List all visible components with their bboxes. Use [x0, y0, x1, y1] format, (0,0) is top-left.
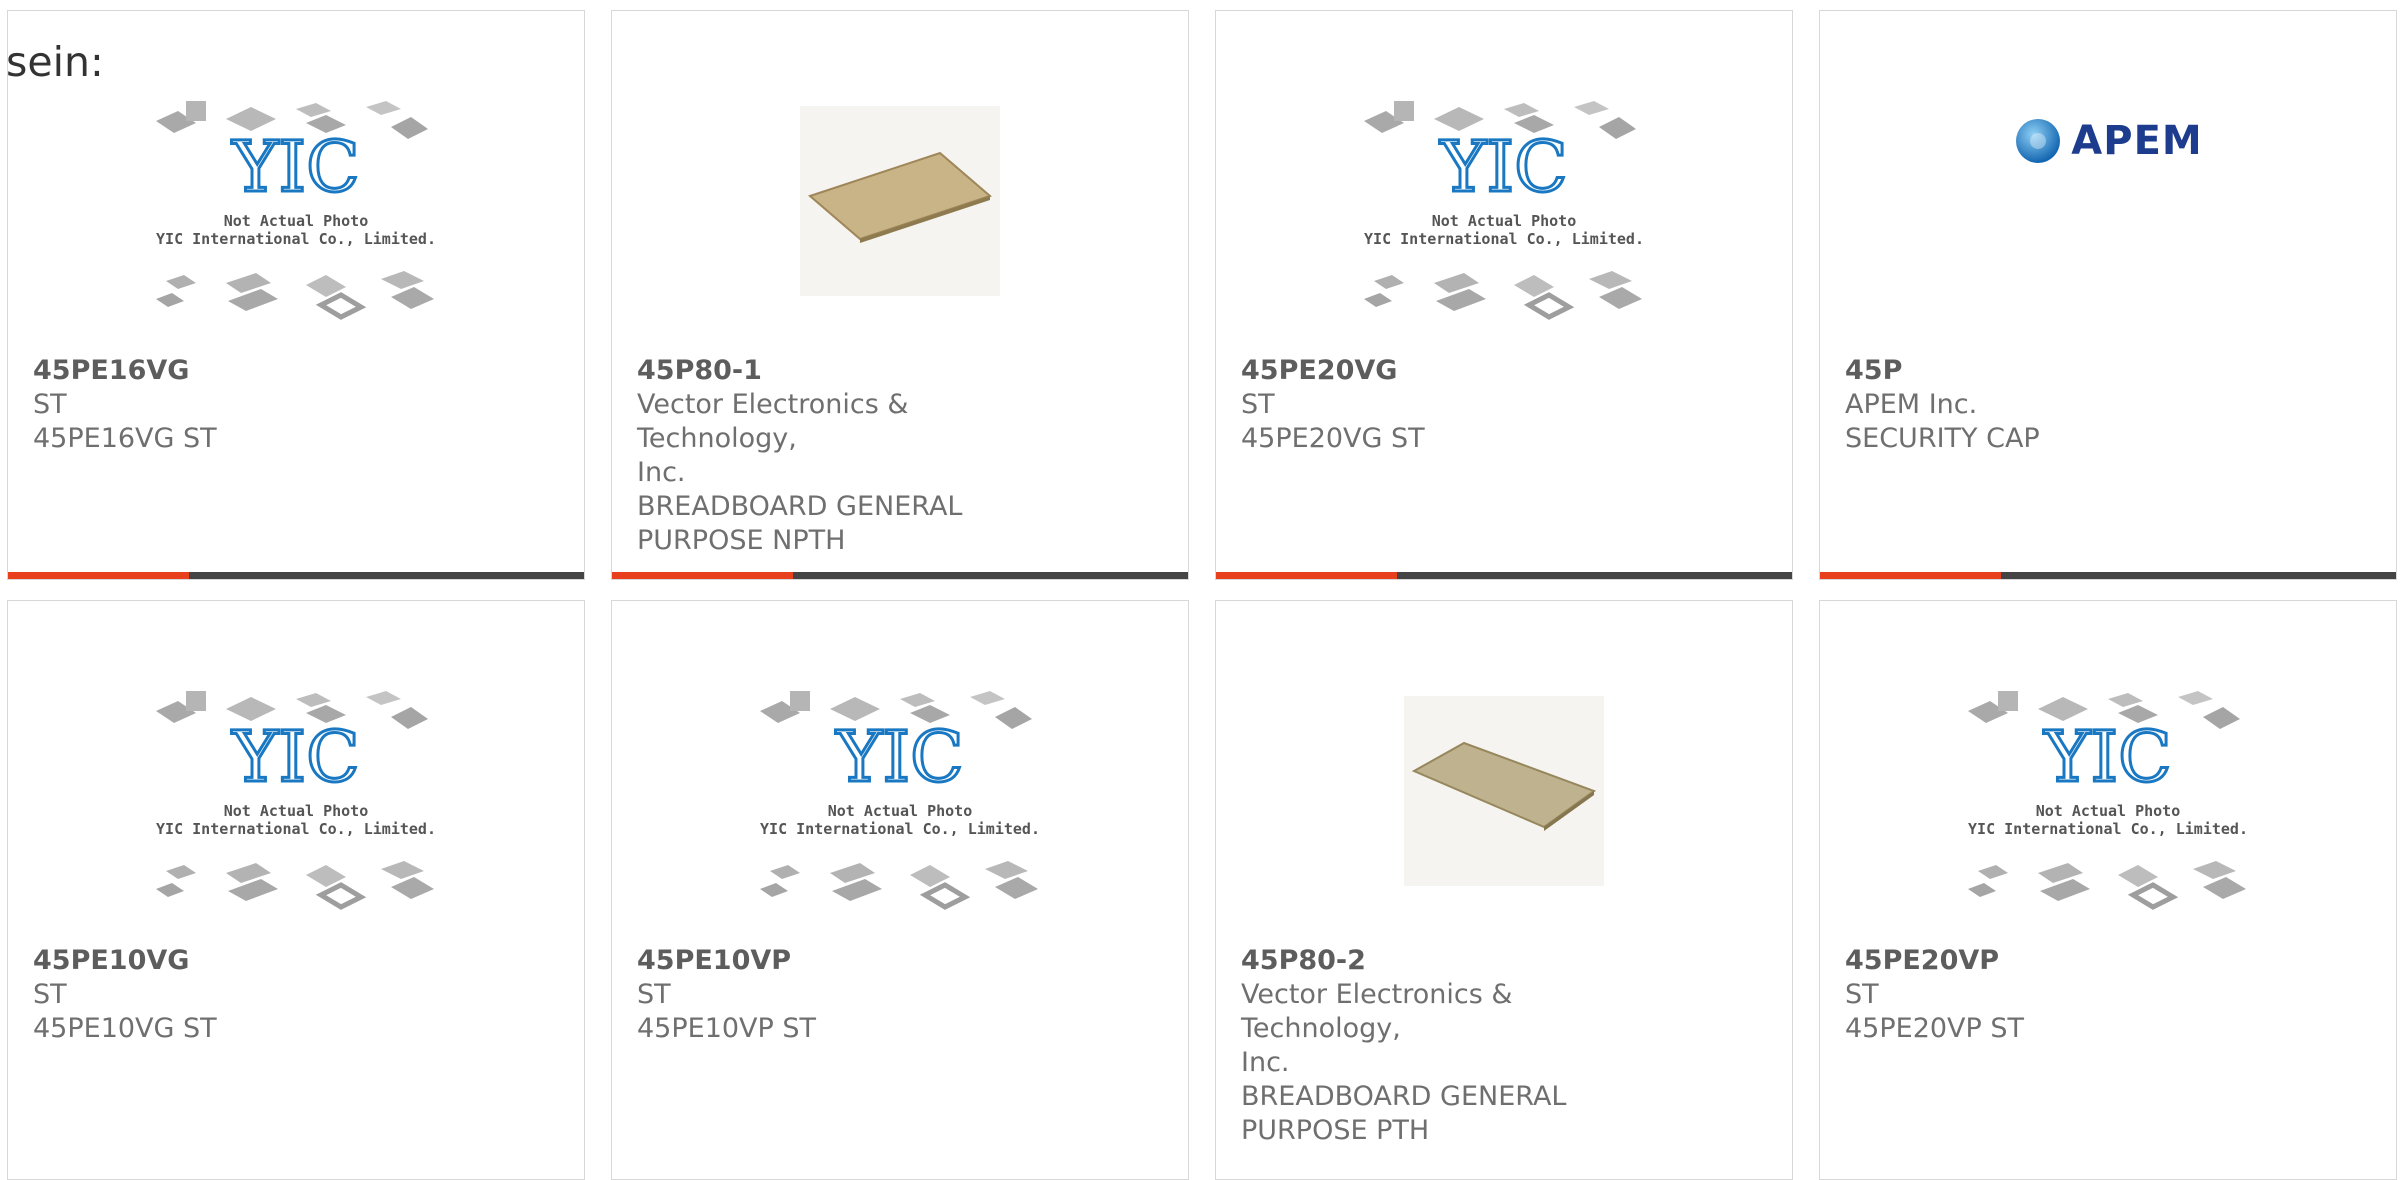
product-image: APEM: [1820, 51, 2396, 351]
caption-line1: Not Actual Photo: [224, 212, 369, 230]
part-number[interactable]: 45PE10VG: [33, 944, 453, 978]
description: 45PE20VG ST: [1241, 423, 1425, 454]
yic-logo-icon: YIC: [231, 716, 359, 798]
caption-line2: YIC International Co., Limited.: [156, 820, 436, 838]
product-info: 45PE10VP ST 45PE10VP ST: [637, 944, 1057, 1046]
description: BREADBOARD GENERAL: [637, 491, 963, 522]
product-card[interactable]: YIC Not Actual Photo YIC International C…: [1215, 10, 1793, 580]
yic-placeholder-image: YIC Not Actual Photo YIC International C…: [151, 691, 441, 931]
product-card[interactable]: YIC Not Actual Photo YIC International C…: [1819, 600, 2397, 1180]
manufacturer: ST: [33, 389, 67, 420]
manufacturer: ST: [1241, 389, 1275, 420]
caption-line2: YIC International Co., Limited.: [760, 820, 1040, 838]
apem-globe-icon: [2016, 119, 2061, 163]
yic-placeholder-image: YIC Not Actual Photo YIC International C…: [1359, 101, 1649, 341]
product-image: YIC Not Actual Photo YIC International C…: [1216, 51, 1792, 351]
product-info: 45P80-2 Vector Electronics & Technology,…: [1241, 944, 1661, 1148]
caption-line2: YIC International Co., Limited.: [1364, 230, 1644, 248]
description: BREADBOARD GENERAL: [1241, 1081, 1567, 1112]
yic-placeholder-image: YIC Not Actual Photo YIC International C…: [755, 691, 1045, 931]
product-image: YIC Not Actual Photo YIC International C…: [1820, 641, 2396, 941]
apem-logo: APEM: [2013, 116, 2202, 166]
product-card[interactable]: YIC Not Actual Photo YIC International C…: [7, 10, 585, 580]
yic-logo-icon: YIC: [1439, 126, 1567, 208]
description-cont: PURPOSE PTH: [1241, 1115, 1430, 1146]
caption-line1: Not Actual Photo: [2036, 802, 2181, 820]
part-number[interactable]: 45P80-2: [1241, 944, 1661, 978]
product-info: 45PE20VG ST 45PE20VG ST: [1241, 354, 1661, 456]
product-card[interactable]: YIC Not Actual Photo YIC International C…: [7, 600, 585, 1180]
yic-logo-icon: YIC: [2043, 716, 2171, 798]
card-bar-accent: [612, 572, 794, 579]
caption-line1: Not Actual Photo: [224, 802, 369, 820]
description: 45PE10VP ST: [637, 1013, 817, 1044]
manufacturer: Vector Electronics & Technology,: [637, 389, 909, 454]
caption-line1: Not Actual Photo: [828, 802, 973, 820]
manufacturer: APEM Inc.: [1845, 389, 1978, 420]
card-bar: [1216, 572, 1792, 579]
caption-line1: Not Actual Photo: [1432, 212, 1577, 230]
part-number[interactable]: 45PE10VP: [637, 944, 1057, 978]
manufacturer: Vector Electronics & Technology,: [1241, 979, 1513, 1044]
caption-line2: YIC International Co., Limited.: [156, 230, 436, 248]
manufacturer: ST: [33, 979, 67, 1010]
yic-placeholder-image: YIC Not Actual Photo YIC International C…: [151, 101, 441, 341]
product-image: [612, 51, 1188, 351]
card-bar: [8, 572, 584, 579]
card-bar: [612, 572, 1188, 579]
product-image: YIC Not Actual Photo YIC International C…: [612, 641, 1188, 941]
product-image: YIC Not Actual Photo YIC International C…: [8, 641, 584, 941]
product-info: 45PE20VP ST 45PE20VP ST: [1845, 944, 2265, 1046]
part-number[interactable]: 45PE16VG: [33, 354, 453, 388]
manufacturer: ST: [1845, 979, 1879, 1010]
product-grid: YIC Not Actual Photo YIC International C…: [0, 0, 2400, 1180]
manufacturer-cont: Inc.: [1241, 1047, 1290, 1078]
yic-logo-icon: YIC: [835, 716, 963, 798]
card-bar-accent: [8, 572, 190, 579]
manufacturer-cont: Inc.: [637, 457, 686, 488]
product-card[interactable]: 45P80-2 Vector Electronics & Technology,…: [1215, 600, 1793, 1180]
part-number[interactable]: 45PE20VG: [1241, 354, 1661, 388]
breadboard-image: [1404, 696, 1604, 886]
description: 45PE16VG ST: [33, 423, 217, 454]
description: 45PE20VP ST: [1845, 1013, 2025, 1044]
product-image: YIC Not Actual Photo YIC International C…: [8, 51, 584, 351]
product-card[interactable]: YIC Not Actual Photo YIC International C…: [611, 600, 1189, 1180]
product-info: 45P APEM Inc. SECURITY CAP: [1845, 354, 2265, 456]
product-image: [1216, 641, 1792, 941]
product-info: 45P80-1 Vector Electronics & Technology,…: [637, 354, 1057, 558]
description: 45PE10VG ST: [33, 1013, 217, 1044]
apem-logo-text: APEM: [2071, 118, 2203, 164]
card-bar: [1820, 572, 2396, 579]
part-number[interactable]: 45PE20VP: [1845, 944, 2265, 978]
card-bar-accent: [1216, 572, 1398, 579]
product-info: 45PE16VG ST 45PE16VG ST: [33, 354, 453, 456]
part-number[interactable]: 45P80-1: [637, 354, 1057, 388]
yic-logo-icon: YIC: [231, 126, 359, 208]
manufacturer: ST: [637, 979, 671, 1010]
card-bar-accent: [1820, 572, 2002, 579]
breadboard-image: [800, 106, 1000, 296]
intro-text: sein:: [6, 38, 104, 86]
product-info: 45PE10VG ST 45PE10VG ST: [33, 944, 453, 1046]
caption-line2: YIC International Co., Limited.: [1968, 820, 2248, 838]
part-number[interactable]: 45P: [1845, 354, 2265, 388]
description: SECURITY CAP: [1845, 423, 2040, 454]
yic-placeholder-image: YIC Not Actual Photo YIC International C…: [1963, 691, 2253, 931]
product-card[interactable]: APEM 45P APEM Inc. SECURITY CAP: [1819, 10, 2397, 580]
product-card[interactable]: 45P80-1 Vector Electronics & Technology,…: [611, 10, 1189, 580]
description-cont: PURPOSE NPTH: [637, 525, 846, 556]
